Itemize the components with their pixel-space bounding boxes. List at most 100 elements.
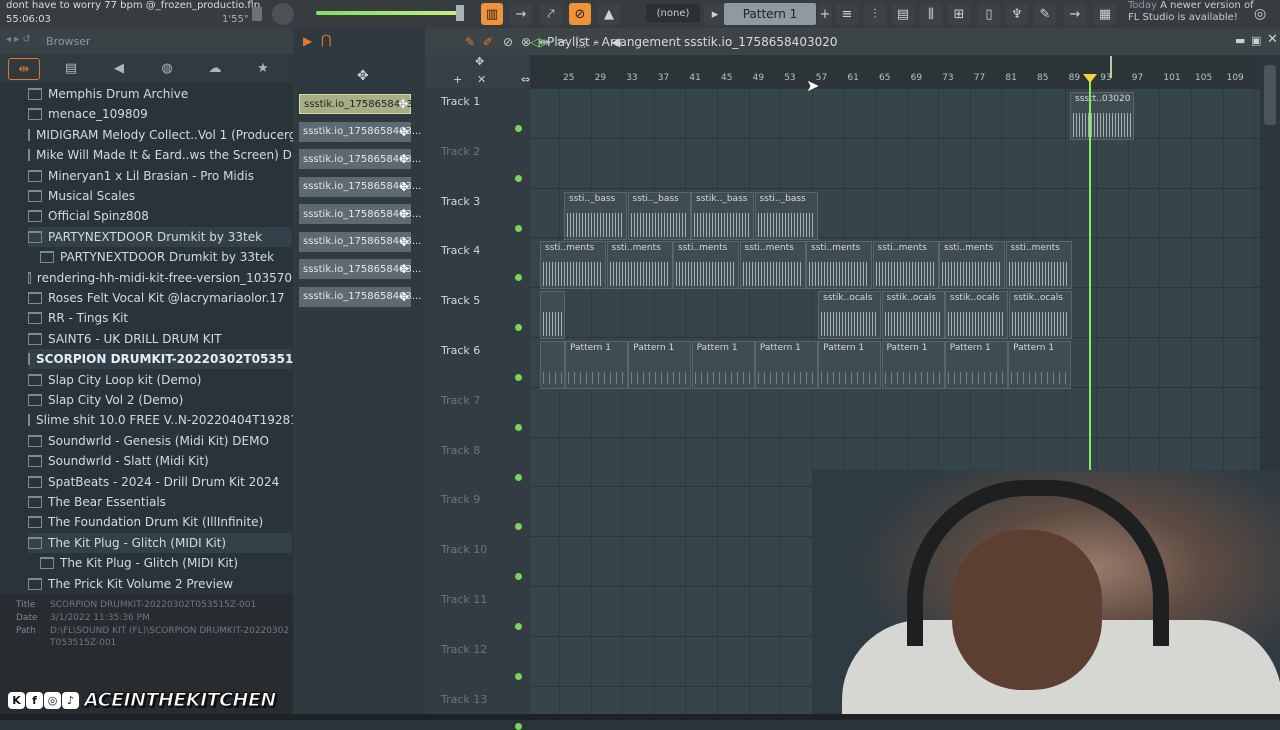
playlist-clip[interactable]: sstik..ocals [818, 291, 881, 340]
browser-folder-item[interactable]: Mineryan1 x Lil Brasian - Pro Midis [28, 166, 292, 186]
track-label[interactable]: Track 5 [441, 294, 480, 307]
playlist-clip[interactable]: ssti..ments [806, 241, 872, 290]
playlist-clip[interactable]: Pattern 1 [818, 341, 882, 389]
master-volume-knob[interactable] [272, 3, 294, 25]
tempo-icon[interactable]: ⤤ [540, 3, 562, 25]
plugin-icon[interactable]: ♆ [1006, 3, 1028, 25]
track-label[interactable]: Track 10 [441, 543, 487, 556]
browser-folder-item[interactable]: The Bear Essentials [28, 492, 292, 512]
minimize-icon[interactable]: ▬ [1235, 34, 1245, 47]
browser-folder-item[interactable]: Slime shit 10.0 FREE V..N-20220404T19281… [28, 410, 341, 430]
pattern-clip-item[interactable]: ssstik.io_1758658403... ✥ [299, 204, 421, 224]
track-label[interactable]: Track 2 [441, 145, 480, 158]
tools-icon[interactable]: ✎ [1034, 3, 1056, 25]
track-mute-led[interactable] [515, 623, 522, 630]
playlist-clip[interactable]: Pattern 1 [628, 341, 692, 389]
draw-icon[interactable]: ✎ [465, 35, 475, 49]
add-pattern-icon[interactable]: + [818, 3, 832, 25]
news-panel[interactable]: Today A newer version of FL Studio is av… [1128, 0, 1254, 24]
pattern-song-toggle-icon[interactable]: ▥ [481, 3, 503, 25]
browser-folder-item[interactable]: Musical Scales [28, 186, 292, 206]
track-label[interactable]: Track 9 [441, 493, 480, 506]
browser-folder-item[interactable]: SCORPION DRUMKIT-20220302T053515Z-001 [28, 349, 340, 370]
playlist-clip[interactable]: ssstt..03020 [1070, 92, 1134, 140]
playlist-clip[interactable] [540, 291, 565, 340]
prev-pattern-icon[interactable]: ▸ [704, 3, 726, 25]
track-label[interactable]: Track 4 [441, 244, 480, 257]
song-end-marker[interactable] [1110, 56, 1112, 78]
track-mute-led[interactable] [515, 423, 522, 431]
close-icon[interactable]: ✕ [1267, 32, 1278, 47]
playlist-clip[interactable]: ssti.._bass [627, 191, 691, 240]
track-mute-led[interactable] [515, 473, 522, 481]
playlist-clip[interactable]: sstik..ocals [881, 291, 945, 340]
track-mute-led[interactable] [515, 523, 522, 531]
track-mute-led[interactable] [515, 274, 522, 282]
link-icon[interactable]: ⊘ [569, 3, 591, 25]
all-tab-icon[interactable]: ⇹ [8, 58, 40, 80]
snap-select[interactable]: (none) [646, 4, 700, 22]
browser-folder-item[interactable]: The Kit Plug - Glitch (MIDI Kit) [40, 553, 292, 573]
pattern-clip-item[interactable]: ssstik.io_1758658403... ✥ [299, 286, 421, 307]
playlist-play-icon[interactable]: ◁▷ [530, 35, 548, 49]
browser-folder-item[interactable]: The Prick Kit Volume 2 Preview [28, 574, 292, 594]
news-icon[interactable]: ◎ [1254, 6, 1266, 22]
browser-folder-item[interactable]: Mike Will Made It & Eard..ws the Screen)… [28, 145, 331, 165]
playlist-clip[interactable]: Pattern 1 [944, 341, 1008, 389]
track-label[interactable]: Track 6 [441, 344, 480, 357]
pattern-clip-item[interactable]: ssstik.io_1758658403... ✥ [299, 259, 421, 279]
playhead-marker-icon[interactable] [1083, 74, 1097, 83]
playlist-clip[interactable]: ssti..ments [739, 241, 806, 290]
track-label[interactable]: Track 12 [441, 643, 487, 656]
track-label[interactable]: Track 11 [441, 593, 487, 606]
remove-track-icon[interactable]: ✕ [477, 73, 486, 86]
playlist-clip[interactable]: ssti..ments [939, 241, 1005, 290]
track-mute-led[interactable] [515, 125, 522, 132]
track-mute-led[interactable] [515, 174, 522, 182]
playlist-clip[interactable] [540, 341, 565, 389]
erase-icon[interactable]: ⊘ [503, 35, 513, 49]
playlist-clip[interactable]: sstik..ocals [1008, 291, 1072, 340]
track-mute-led[interactable] [515, 374, 522, 381]
browser-folder-item[interactable]: Soundwrld - Slatt (Midi Kit) [28, 451, 292, 471]
browser-folder-item[interactable]: Roses Felt Vocal Kit @lacrymariaolor.17 [28, 288, 292, 308]
pattern-clip-item[interactable]: ssstik.io_1758658403... ✥ [299, 149, 421, 169]
track-mute-led[interactable] [515, 324, 522, 332]
piano-roll-icon[interactable]: ⫶ [864, 3, 886, 25]
move-tracks-icon[interactable]: ✥ [475, 55, 484, 68]
track-label[interactable]: Track 8 [441, 444, 480, 457]
browser-folder-item[interactable]: Slap City Loop kit (Demo) [28, 370, 292, 390]
playlist-clip[interactable]: Pattern 1 [691, 341, 755, 389]
project-tab-icon[interactable]: ▤ [56, 58, 86, 78]
playlist-clip[interactable]: Pattern 1 [565, 341, 628, 389]
track-label[interactable]: Track 13 [441, 693, 487, 706]
maximize-icon[interactable]: ▣ [1251, 34, 1261, 47]
playlist-clip[interactable]: ssti..ments [1005, 241, 1072, 290]
pattern-selector[interactable]: Pattern 1 [724, 3, 816, 25]
pattern-clip-item[interactable]: ssstik.io_1758658403... ✥ [299, 231, 421, 252]
channel-rack-icon[interactable]: ▤ [892, 3, 914, 25]
playlist-clip[interactable]: ssti..ments [606, 241, 673, 290]
cloud-tab-icon[interactable]: ☁ [200, 58, 230, 78]
favorites-tab-icon[interactable]: ★ [248, 58, 278, 78]
browser-folder-item[interactable]: The Kit Plug - Glitch (MIDI Kit) [28, 532, 292, 553]
track-mute-led[interactable] [515, 722, 522, 730]
browser-folder-item[interactable]: menace_109809 [28, 104, 292, 124]
browser-icon[interactable]: ▯ [978, 3, 1000, 25]
browser-folder-item[interactable]: PARTYNEXTDOOR Drumkit by 33tek [28, 226, 292, 247]
mixer-icon[interactable]: ⫼ [920, 3, 942, 25]
browser-folder-item[interactable]: MIDIGRAM Melody Collect..Vol 1 (Producer… [28, 125, 325, 145]
playlist-clip[interactable]: ssti.._bass [564, 191, 627, 240]
browser-folder-item[interactable]: rendering-hh-midi-kit-free-version_10357… [28, 268, 292, 288]
playlist-clip[interactable]: ssti..ments [673, 241, 739, 290]
step-edit-icon[interactable]: → [510, 3, 532, 25]
edison-icon[interactable]: ⇝ [1064, 3, 1086, 25]
scrollbar-handle[interactable] [252, 7, 262, 21]
pattern-clip-item[interactable]: ssstik.io_1758658403... ✥ [299, 121, 421, 142]
pattern-clip-item[interactable]: ssstik.io_1758658403... ✥ [299, 94, 422, 114]
metronome-icon[interactable]: ▲ [598, 3, 620, 25]
track-mute-led[interactable] [515, 573, 522, 581]
track-resize-icon[interactable]: ⇔ [521, 73, 530, 86]
track-mute-led[interactable] [515, 672, 522, 680]
playlist-clip[interactable]: ssti.._bass [754, 191, 818, 240]
